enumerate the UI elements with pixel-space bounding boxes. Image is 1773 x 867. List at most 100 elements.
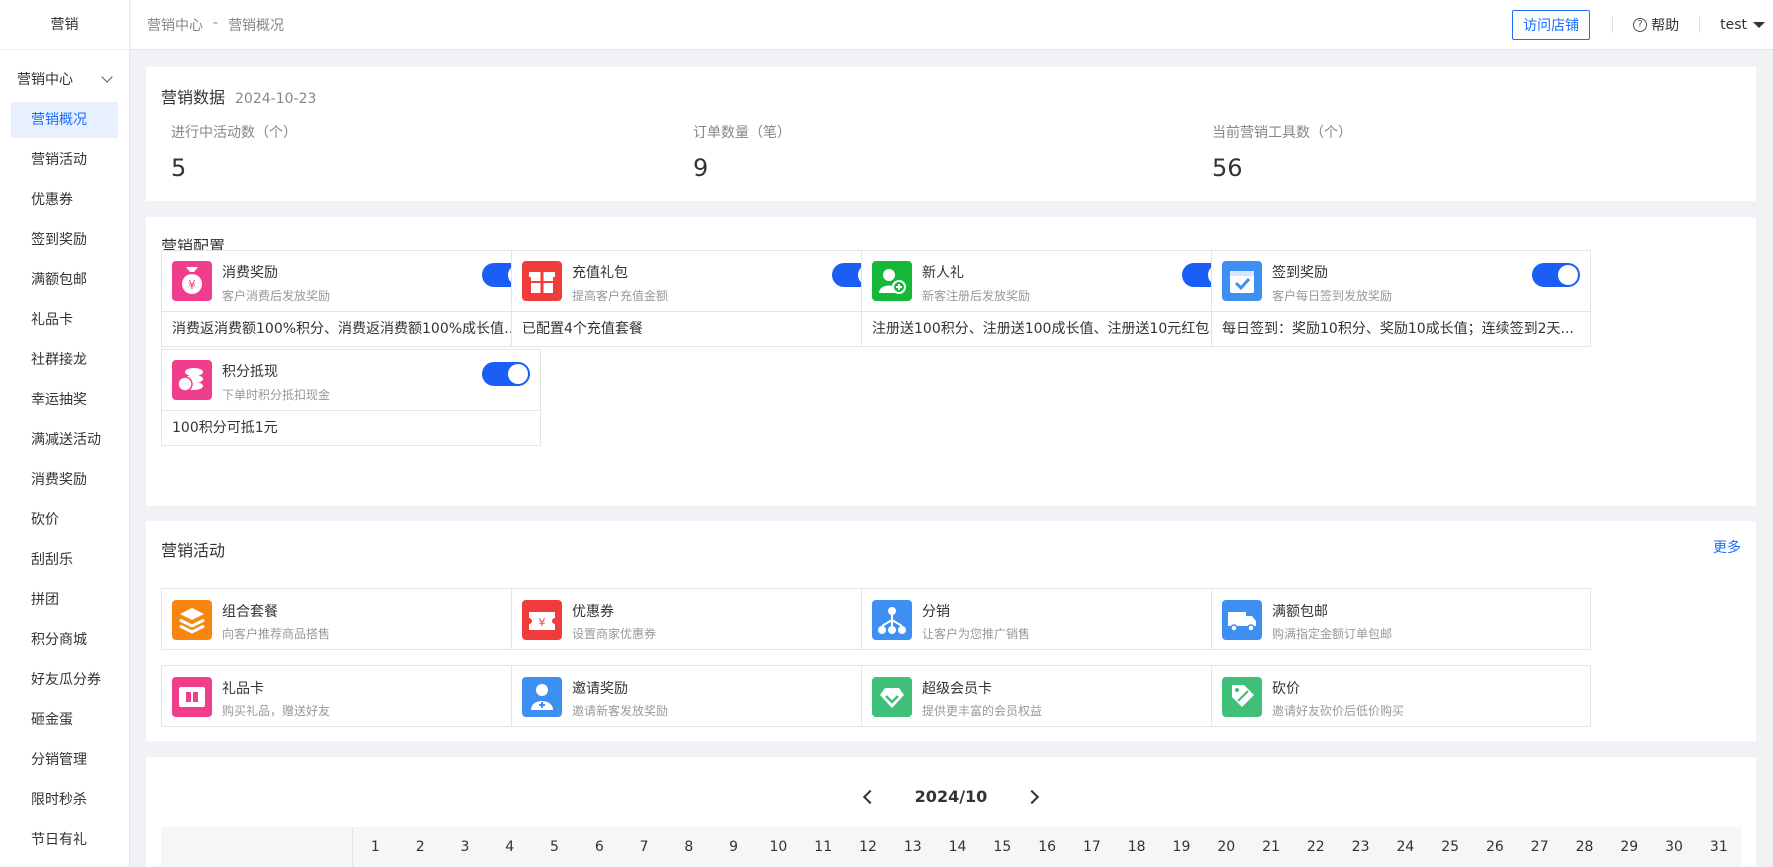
activity-card-desc: 邀请新客发放奖励 — [572, 704, 669, 718]
calendar-day: 24 — [1396, 839, 1415, 855]
activity-card[interactable]: 满额包邮 购满指定金额订单包邮 — [1211, 588, 1591, 650]
visit-store-button[interactable]: 访问店铺 — [1512, 9, 1591, 40]
sidebar-item[interactable]: 幸运抽奖 — [11, 382, 118, 422]
sidebar-group-marketing-center[interactable]: 营销中心 — [0, 64, 129, 94]
config-card-desc: 客户消费后发放奖励 — [222, 289, 331, 303]
svg-text:¥: ¥ — [539, 616, 546, 629]
calendar-day: 29 — [1620, 839, 1639, 855]
caret-down-icon — [1753, 21, 1765, 28]
sidebar-item[interactable]: 满减送活动 — [11, 422, 118, 462]
coins-icon — [172, 360, 212, 400]
activity-card[interactable]: 组合套餐 向客户推荐商品搭售 — [161, 588, 541, 650]
share-tree-icon — [872, 600, 912, 640]
config-card[interactable]: 签到奖励客户每日签到发放奖励每日签到：奖励10积分、奖励10成长值；连续签到2天… — [1211, 250, 1591, 347]
activity-card-desc: 让客户为您推广销售 — [922, 627, 1031, 641]
chevron-right-icon[interactable] — [1025, 789, 1040, 804]
sidebar-item[interactable]: 优惠券 — [11, 182, 118, 222]
calendar-day: 1 — [370, 839, 380, 855]
calendar-day: 20 — [1217, 839, 1236, 855]
activity-card[interactable]: 礼品卡 购买礼品，赠送好友 — [161, 665, 541, 727]
activity-card[interactable]: 砍价 邀请好友砍价后低价购买 — [1211, 665, 1591, 727]
stat-label: 订单数量（笔） — [693, 125, 791, 141]
activity-card[interactable]: 超级会员卡 提供更丰富的会员权益 — [861, 665, 1241, 727]
sidebar-item[interactable]: 营销概况 — [11, 102, 118, 138]
calendar-day: 27 — [1530, 839, 1549, 855]
marketing-config-panel: 营销配置 ¥ 消费奖励 客户消费后发放奖励 消费返消费额100%积分、消费返消费额10… — [146, 217, 1756, 506]
config-card[interactable]: 积分抵现下单时积分抵扣现金 100积分可抵1元 — [161, 349, 541, 446]
activity-card-desc: 购满指定金额订单包邮 — [1272, 627, 1393, 641]
calendar-day: 8 — [684, 839, 694, 855]
config-card-desc: 下单时积分抵扣现金 — [222, 388, 331, 402]
activity-card-desc: 购买礼品，赠送好友 — [222, 704, 331, 718]
breadcrumb-current: 营销概况 — [228, 17, 285, 34]
help-label: 帮助 — [1651, 17, 1680, 34]
activity-card-desc: 向客户推荐商品搭售 — [222, 627, 331, 641]
tag-icon — [1222, 677, 1262, 717]
sidebar-item[interactable]: 社群接龙 — [11, 342, 118, 382]
sidebar-item[interactable]: 分销管理 — [11, 742, 118, 782]
gift-icon — [522, 261, 562, 301]
config-card-name: 充值礼包 — [572, 265, 628, 281]
activity-card[interactable]: 分销让客户为您推广销售 — [861, 588, 1241, 650]
calendar-day: 17 — [1082, 839, 1101, 855]
calendar-day: 30 — [1665, 839, 1683, 855]
activity-card-name: 砍价 — [1272, 681, 1300, 697]
stat-order-count: 订单数量（笔） 9 — [693, 122, 791, 182]
stats-date: 2024-10-23 — [235, 91, 317, 107]
sidebar-item[interactable]: 砍价 — [11, 502, 118, 542]
calendar-day: 10 — [769, 839, 788, 855]
calendar-day: 26 — [1486, 839, 1504, 855]
sidebar-item[interactable]: 好友瓜分券 — [11, 662, 118, 702]
config-card-summary: 100积分可抵1元 — [172, 420, 278, 436]
calendar-check-icon — [1222, 261, 1262, 301]
gift-card-icon — [172, 677, 212, 717]
calendar-day: 12 — [859, 839, 877, 855]
calendar-day: 19 — [1172, 839, 1191, 855]
sidebar-item[interactable]: 刮刮乐 — [11, 542, 118, 582]
activity-card-name: 分销 — [922, 604, 950, 620]
stat-value: 9 — [693, 154, 709, 182]
chevron-left-icon[interactable] — [862, 789, 877, 804]
breadcrumb-separator: - — [213, 14, 219, 31]
more-link[interactable]: 更多 — [1713, 537, 1741, 557]
sidebar-item[interactable]: 限时秒杀 — [11, 782, 118, 822]
stat-value: 5 — [171, 154, 187, 182]
config-card-summary: 注册送100积分、注册送100成长值、注册送10元红包、注册送... — [872, 321, 1240, 337]
sidebar-item[interactable]: 满额包邮 — [11, 262, 118, 302]
calendar-day: 14 — [948, 839, 967, 855]
breadcrumb-parent[interactable]: 营销中心 — [147, 15, 203, 35]
truck-icon — [1222, 600, 1262, 640]
calendar-day: 7 — [639, 839, 649, 855]
enable-toggle[interactable] — [1532, 263, 1580, 287]
config-card-summary: 每日签到：奖励10积分、奖励10成长值；连续签到2天... — [1222, 321, 1574, 337]
config-card-name: 新人礼 — [922, 265, 964, 281]
sidebar-item[interactable]: 礼品卡 — [11, 302, 118, 342]
sidebar-item[interactable]: 消费奖励 — [11, 462, 118, 502]
sidebar: 营销 营销中心 营销概况营销活动 优惠券 签到奖励 满额包邮 礼品卡 社群接龙 幸运抽奖 满减… — [0, 0, 130, 867]
user-name: test — [1720, 16, 1747, 33]
help-link[interactable]: ? 帮助 — [1613, 15, 1699, 35]
config-card[interactable]: 充值礼包 提高客户充值金额 已配置4个充值套餐 — [511, 250, 891, 347]
config-card-name: 积分抵现 — [222, 364, 278, 380]
user-menu[interactable]: test — [1700, 17, 1773, 33]
config-card-desc: 客户每日签到发放奖励 — [1272, 289, 1393, 303]
activity-card[interactable]: ¥ 优惠券 设置商家优惠券 — [511, 588, 891, 650]
sidebar-item[interactable]: 签到奖励 — [11, 222, 118, 262]
calendar-day: 13 — [903, 839, 922, 855]
activity-card[interactable]: 邀请奖励 邀请新客发放奖励 — [511, 665, 891, 727]
stat-value: 56 — [1212, 154, 1243, 182]
config-card-name: 签到奖励 — [1272, 265, 1328, 281]
layers-icon — [172, 600, 212, 640]
config-card[interactable]: ¥ 消费奖励 客户消费后发放奖励 消费返消费额100%积分、消费返消费额100%成长值… — [161, 250, 541, 347]
sidebar-item[interactable]: 节日有礼 — [11, 822, 118, 862]
calendar-month: 2024/10 — [914, 787, 988, 806]
sidebar-item[interactable]: 营销活动 — [11, 142, 118, 182]
sidebar-item[interactable]: 积分商城 — [11, 622, 118, 662]
marketing-activities-title: 营销活动 — [161, 541, 226, 560]
calendar-day: 3 — [460, 839, 470, 855]
sidebar-item[interactable]: 砸金蛋 — [11, 702, 118, 742]
sidebar-brand: 营销 — [0, 0, 129, 50]
config-card[interactable]: 新人礼 新客注册后发放奖励 注册送100积分、注册送100成长值、注册送10元红包、… — [861, 250, 1241, 347]
enable-toggle[interactable] — [482, 362, 530, 386]
sidebar-item[interactable]: 拼团 — [11, 582, 118, 622]
